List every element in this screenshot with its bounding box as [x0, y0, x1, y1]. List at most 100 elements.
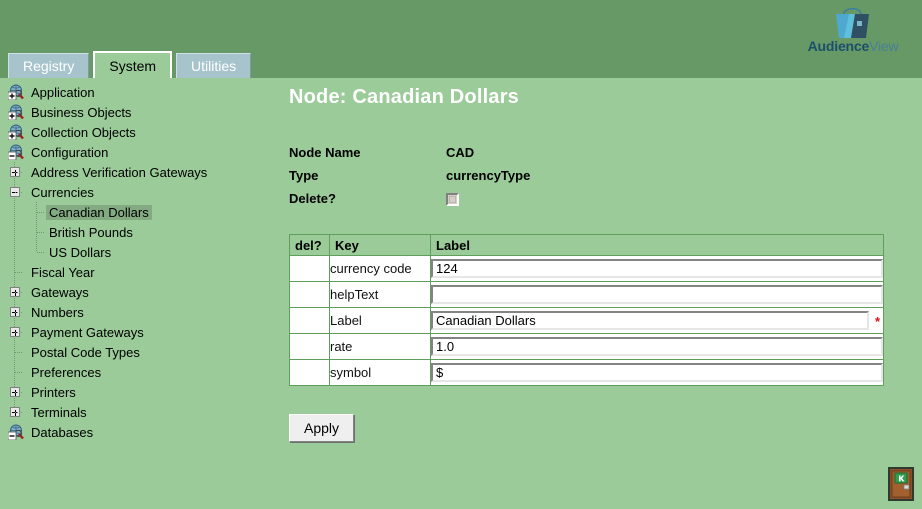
- node-attributes-table: del? Key Label currency code helpText: [289, 234, 884, 386]
- row-value-cell[interactable]: [430, 359, 884, 386]
- primary-tabs[interactable]: Registry System Utilities: [8, 51, 255, 78]
- property-label: Type: [289, 168, 319, 183]
- field-label[interactable]: [431, 311, 869, 330]
- row-key: currency code: [329, 255, 431, 282]
- globe-plus-icon[interactable]: [6, 82, 28, 102]
- page-title: Node: Canadian Dollars: [289, 86, 519, 108]
- required-asterisk: *: [874, 314, 880, 329]
- tree-item-label: Payment Gateways: [31, 324, 144, 340]
- tab-utilities[interactable]: Utilities: [176, 53, 252, 78]
- property-row-delete: Delete?: [289, 187, 909, 210]
- tree-item-canadian-dollars[interactable]: Canadian Dollars: [6, 202, 278, 222]
- plus-box-icon[interactable]: [6, 282, 28, 302]
- leaf-node-icon: [6, 362, 28, 382]
- plus-box-icon[interactable]: [6, 402, 28, 422]
- row-delete-cell[interactable]: [289, 281, 330, 308]
- tree-item-configuration[interactable]: Configuration: [6, 142, 278, 162]
- delete-checkbox[interactable]: [446, 193, 459, 206]
- brand-name-light: View: [869, 38, 899, 54]
- leaf-node-icon: [28, 242, 46, 262]
- globe-plus-icon[interactable]: [6, 122, 28, 142]
- leaf-node-icon: [28, 202, 46, 222]
- tree-item-printers[interactable]: Printers: [6, 382, 278, 402]
- property-value: currencyType: [446, 168, 531, 183]
- column-header-label: Label: [430, 234, 884, 256]
- property-label: Delete?: [289, 191, 336, 206]
- field-currency-code[interactable]: [431, 259, 883, 278]
- shopping-bag-logo-icon: [836, 7, 869, 38]
- tree-item-currencies[interactable]: Currencies: [6, 182, 278, 202]
- row-key: helpText: [329, 281, 431, 308]
- field-rate[interactable]: [431, 337, 883, 356]
- row-delete-cell[interactable]: [289, 255, 330, 282]
- table-row: currency code: [289, 255, 884, 282]
- plus-box-icon[interactable]: [6, 302, 28, 322]
- tree-item-label: Preferences: [31, 364, 102, 380]
- tree-item-label: Gateways: [31, 284, 89, 300]
- tab-system[interactable]: System: [93, 51, 173, 78]
- plus-box-icon[interactable]: [6, 322, 28, 342]
- tab-registry[interactable]: Registry: [8, 53, 90, 78]
- property-row-type: Type currencyType: [289, 164, 909, 187]
- tree-item-databases[interactable]: Databases: [6, 422, 278, 442]
- globe-minus-icon[interactable]: [6, 422, 28, 442]
- property-row-node-name: Node Name CAD: [289, 141, 909, 164]
- field-help-text[interactable]: [431, 285, 883, 304]
- tree-item-application[interactable]: Application: [6, 82, 278, 102]
- tree-item-collection-objects[interactable]: Collection Objects: [6, 122, 278, 142]
- tree-item-gateways[interactable]: Gateways: [6, 282, 278, 302]
- apply-button[interactable]: Apply: [289, 414, 355, 442]
- property-value: CAD: [446, 145, 475, 160]
- plus-box-icon[interactable]: [6, 162, 28, 182]
- column-header-key: Key: [329, 234, 431, 256]
- row-key: symbol: [329, 359, 431, 386]
- tree-item-postal-code-types[interactable]: Postal Code Types: [6, 342, 278, 362]
- row-value-cell[interactable]: [430, 281, 884, 308]
- row-value-cell[interactable]: *: [430, 307, 884, 334]
- globe-plus-icon[interactable]: [6, 102, 28, 122]
- table-header-row: del? Key Label: [289, 234, 884, 256]
- plus-box-icon[interactable]: [6, 382, 28, 402]
- tree-item-payment-gateways[interactable]: Payment Gateways: [6, 322, 278, 342]
- audienceview-logo: AudienceView: [794, 4, 912, 56]
- tree-item-address-verification-gateways[interactable]: Address Verification Gateways: [6, 162, 278, 182]
- tree-item-label: Terminals: [31, 404, 87, 420]
- tree-item-label: Currencies: [31, 184, 94, 200]
- tree-item-british-pounds[interactable]: British Pounds: [6, 222, 278, 242]
- field-symbol[interactable]: [431, 363, 883, 382]
- tree-line: [6, 242, 28, 262]
- tree-line: [15, 192, 23, 193]
- leaf-node-icon: [6, 262, 28, 282]
- row-value-cell[interactable]: [430, 333, 884, 360]
- minus-box-icon[interactable]: [6, 182, 28, 202]
- tree-item-terminals[interactable]: Terminals: [6, 402, 278, 422]
- tree-item-label: Databases: [31, 424, 94, 440]
- tree-item-business-objects[interactable]: Business Objects: [6, 102, 278, 122]
- tree-item-label: Printers: [31, 384, 76, 400]
- node-properties: Node Name CAD Type currencyType Delete?: [289, 141, 909, 210]
- leaf-node-icon: [28, 222, 46, 242]
- row-delete-cell[interactable]: [289, 333, 330, 360]
- table-row: symbol: [289, 359, 884, 386]
- property-label: Node Name: [289, 145, 361, 160]
- tree-item-label: Address Verification Gateways: [31, 164, 208, 180]
- row-key: rate: [329, 333, 431, 360]
- tree-line: [15, 172, 23, 173]
- row-delete-cell[interactable]: [289, 359, 330, 386]
- tree-item-us-dollars[interactable]: US Dollars: [6, 242, 278, 262]
- tree-item-fiscal-year[interactable]: Fiscal Year: [6, 262, 278, 282]
- tree-item-preferences[interactable]: Preferences: [6, 362, 278, 382]
- tree-item-label: Business Objects: [31, 104, 132, 120]
- row-value-cell[interactable]: [430, 255, 884, 282]
- tree-item-numbers[interactable]: Numbers: [6, 302, 278, 322]
- tree-line: [6, 202, 28, 222]
- configuration-tree[interactable]: Application Business Objects Collection …: [0, 82, 278, 442]
- brand-name-bold: Audience: [807, 38, 870, 54]
- tree-item-label: Canadian Dollars: [46, 204, 152, 220]
- row-delete-cell[interactable]: [289, 307, 330, 334]
- tree-item-label: Collection Objects: [31, 124, 136, 140]
- globe-minus-icon[interactable]: [6, 142, 28, 162]
- exit-door-icon[interactable]: [888, 467, 914, 501]
- tree-item-label: Application: [31, 84, 95, 100]
- tree-item-label: Configuration: [31, 144, 109, 160]
